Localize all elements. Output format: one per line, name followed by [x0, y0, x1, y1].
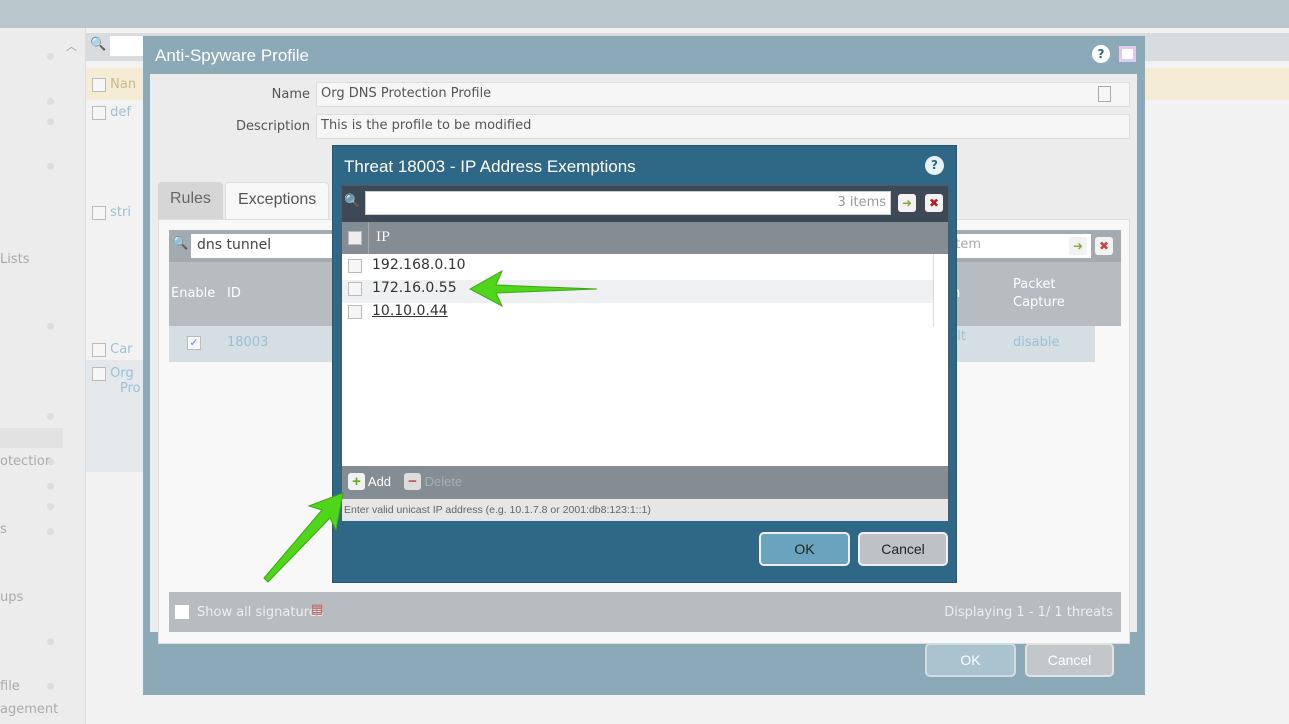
- sidebar-item[interactable]: ups: [0, 590, 23, 605]
- add-button[interactable]: + Add: [348, 473, 391, 490]
- name-label: Name: [271, 87, 310, 102]
- dialog-title: Anti-Spyware Profile: [155, 46, 310, 65]
- tab-rules[interactable]: Rules: [158, 182, 223, 220]
- top-bar: [0, 0, 1289, 28]
- sidebar: Lists otection s ups file agement ︿: [0, 28, 86, 724]
- minus-icon: −: [404, 473, 421, 490]
- column-enable[interactable]: Enable: [171, 286, 215, 301]
- apply-filter-icon[interactable]: ➜: [898, 194, 916, 212]
- column-id[interactable]: ID: [227, 286, 241, 301]
- clear-filter-icon[interactable]: ✖: [925, 194, 943, 212]
- name-value: Org DNS Protection Profile: [321, 86, 492, 101]
- pdf-export-icon[interactable]: ▤: [311, 602, 323, 617]
- tab-exceptions[interactable]: Exceptions: [225, 182, 330, 220]
- sidebar-item[interactable]: file: [0, 679, 20, 694]
- profile-link[interactable]: Car: [110, 342, 132, 357]
- sidebar-item[interactable]: agement: [0, 702, 58, 717]
- profile-link[interactable]: def: [110, 105, 131, 120]
- scroll-up-icon[interactable]: ︿: [66, 38, 86, 53]
- ok-button[interactable]: OK: [759, 532, 850, 566]
- ip-row[interactable]: 192.168.0.10: [342, 257, 934, 280]
- ip-value[interactable]: 10.10.0.44: [372, 303, 448, 319]
- checkbox[interactable]: [92, 366, 106, 381]
- show-all-checkbox[interactable]: [174, 604, 190, 620]
- enable-checkbox[interactable]: ✓: [187, 336, 201, 350]
- plus-icon: +: [348, 473, 365, 490]
- outer-cancel-button[interactable]: Cancel: [1025, 643, 1114, 677]
- row-checkbox[interactable]: [348, 304, 362, 319]
- ip-list-panel: 🔍 3 items ➜ ✖ IP 192.168.0.10 172.16.0.5…: [341, 185, 949, 521]
- column-packet-capture[interactable]: Packet Capture: [1013, 276, 1093, 312]
- search-icon: 🔍: [172, 236, 189, 251]
- apply-filter-icon[interactable]: ➜: [1069, 237, 1087, 255]
- maximize-icon[interactable]: [1119, 46, 1136, 62]
- column-header: Nan: [110, 77, 137, 92]
- ip-toolbar: 🔍 3 items ➜ ✖: [342, 186, 948, 222]
- ip-table-header: IP: [342, 222, 948, 254]
- clear-filter-icon[interactable]: ✖: [1095, 237, 1113, 255]
- cancel-button[interactable]: Cancel: [858, 532, 948, 566]
- pagination-status: Displaying 1 - 1/ 1 threats: [944, 605, 1113, 620]
- profile-link[interactable]: stri: [110, 205, 131, 220]
- search-icon: 🔍: [90, 37, 107, 52]
- description-label: Description: [235, 119, 310, 134]
- row-checkbox[interactable]: [348, 258, 362, 273]
- select-all-checkbox[interactable]: [348, 231, 362, 245]
- ip-row[interactable]: 10.10.0.44: [342, 303, 934, 326]
- help-icon[interactable]: ?: [925, 156, 944, 175]
- sidebar-item[interactable]: s: [0, 522, 7, 537]
- item-count: 3 items: [837, 195, 886, 210]
- help-icon[interactable]: ?: [1092, 45, 1110, 63]
- sidebar-item[interactable]: Lists: [0, 252, 30, 267]
- threat-id-link[interactable]: 18003: [227, 335, 268, 350]
- checkbox[interactable]: [92, 342, 106, 357]
- row-checkbox[interactable]: [348, 281, 362, 296]
- dialog-title: Threat 18003 - IP Address Exemptions: [344, 157, 636, 176]
- ip-hint: Enter valid unicast IP address (e.g. 10.…: [342, 499, 948, 521]
- show-all-label: Show all signatures: [197, 605, 324, 620]
- column-ip[interactable]: IP: [376, 230, 390, 245]
- profile-link-cont: Pro: [120, 381, 141, 396]
- delete-button[interactable]: − Delete: [404, 473, 462, 490]
- ip-exemptions-dialog: Threat 18003 - IP Address Exemptions ? 🔍…: [332, 145, 957, 583]
- packet-capture-value[interactable]: disable: [1013, 335, 1059, 350]
- outer-ok-button[interactable]: OK: [925, 643, 1016, 677]
- ip-list-footer: + Add − Delete: [342, 466, 948, 499]
- profile-link[interactable]: Org: [110, 366, 134, 381]
- ip-search-input[interactable]: 3 items: [365, 191, 891, 215]
- description-input[interactable]: This is the profile to be modified: [316, 114, 1130, 139]
- variable-icon[interactable]: [1098, 86, 1111, 102]
- ip-value[interactable]: 192.168.0.10: [372, 257, 466, 273]
- checkbox[interactable]: [92, 105, 106, 120]
- checkbox[interactable]: [92, 77, 106, 92]
- sidebar-item[interactable]: otection: [0, 454, 53, 469]
- checkbox[interactable]: [92, 205, 106, 220]
- exceptions-footer: Show all signatures ▤ Displaying 1 - 1/ …: [169, 592, 1121, 632]
- name-input[interactable]: Org DNS Protection Profile: [316, 82, 1130, 107]
- ip-value[interactable]: 172.16.0.55: [372, 280, 457, 296]
- search-icon: 🔍: [344, 194, 361, 209]
- ip-row[interactable]: 172.16.0.55: [342, 280, 934, 303]
